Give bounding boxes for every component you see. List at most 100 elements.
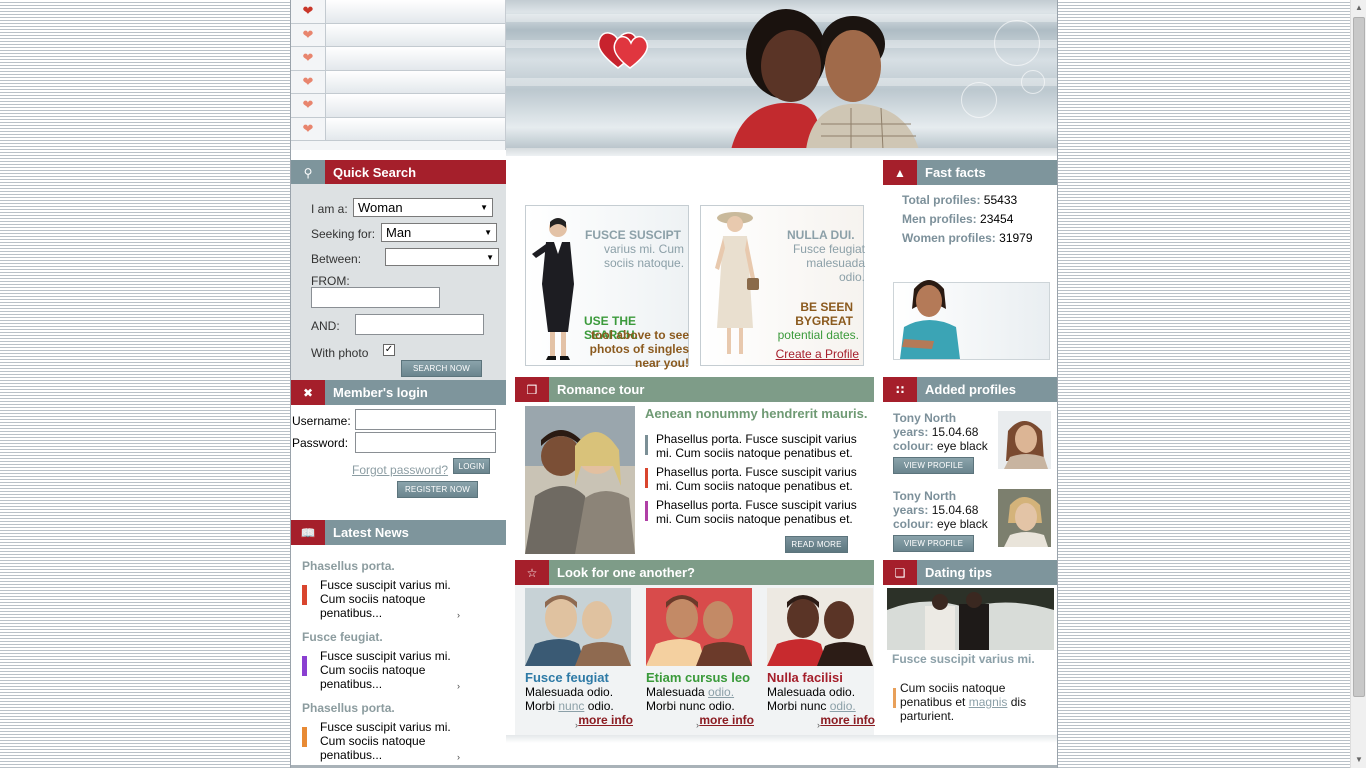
read-more-button[interactable]: READ MORE (785, 536, 848, 553)
nav-item[interactable]: ❤ (291, 117, 505, 141)
username-label: Username: (292, 414, 351, 428)
login-header: ✖ Member's login (291, 380, 506, 405)
news-bar (302, 727, 307, 747)
nav-item[interactable]: ❤ (291, 70, 505, 94)
couple-photo (731, 9, 919, 150)
profile-name[interactable]: Tony North (893, 411, 1003, 425)
news-heading[interactable]: Phasellus porta. (302, 701, 395, 715)
total-label: Total profiles: (902, 193, 981, 207)
years-label: years: (893, 425, 929, 439)
look-card-name[interactable]: Nulla facilisi (767, 670, 875, 685)
text: Morbi nunc (767, 699, 830, 713)
news-heading[interactable]: Phasellus porta. (302, 559, 395, 573)
with-photo-label: With photo (311, 346, 369, 360)
link[interactable]: odio. (830, 699, 856, 713)
news-heading[interactable]: Fusce feugiat. (302, 630, 383, 644)
more-info-link[interactable]: more info (646, 713, 754, 727)
section-title: Fast facts (925, 165, 986, 180)
search-now-button[interactable]: SEARCH NOW (401, 360, 482, 377)
section-title: Dating tips (925, 565, 993, 580)
login-button[interactable]: LOGIN (453, 458, 490, 474)
look-card-line1: Malesuada odio. (646, 685, 754, 699)
more-info-link[interactable]: more info (767, 713, 875, 727)
tips-bar (893, 688, 896, 708)
chevron-right-icon[interactable]: › (457, 752, 460, 762)
view-profile-button[interactable]: VIEW PROFILE (893, 457, 974, 474)
men-label: Men profiles: (902, 212, 977, 226)
look-card-name[interactable]: Etiam cursus leo (646, 670, 754, 685)
look-card[interactable]: Nulla facilisi Malesuada odio. Morbi nun… (767, 588, 875, 730)
nav-item[interactable]: ❤ (291, 47, 505, 71)
colour-label: colour: (893, 517, 934, 531)
username-input[interactable] (355, 409, 496, 430)
note-icon: ❏ (883, 560, 917, 585)
link[interactable]: nunc (558, 699, 584, 713)
promo-right-cta-green: potential dates. (777, 328, 859, 342)
look-card-line1: Malesuada odio. (767, 685, 875, 699)
i-am-value: Woman (358, 200, 403, 215)
dating-tips-header: ❏ Dating tips (883, 560, 1057, 585)
with-photo-checkbox[interactable]: ✓ (383, 344, 395, 356)
chevron-right-icon: › (817, 720, 820, 730)
look-card-photo (646, 588, 752, 666)
years-value: 15.04.68 (931, 503, 979, 517)
fast-facts: Total profiles: 55433 Men profiles: 2345… (902, 193, 1057, 250)
men-value: 23454 (980, 212, 1014, 226)
i-am-select[interactable]: Woman ▼ (353, 198, 493, 217)
look-card-photo (525, 588, 631, 666)
i-am-label: I am a: (311, 202, 348, 216)
and-label: AND: (311, 319, 340, 333)
copy-icon: ❒ (515, 377, 549, 402)
promo-right-cta-brown: BE SEEN BYGREAT (795, 300, 853, 328)
heart-icon: ❤ (302, 120, 314, 136)
page-scrollbar[interactable]: ▲ ▼ (1350, 0, 1366, 768)
seeking-select[interactable]: Man ▼ (381, 223, 497, 242)
more-info-link[interactable]: more info (525, 713, 633, 727)
profile-photo (998, 411, 1051, 469)
and-input[interactable] (355, 314, 484, 335)
from-input[interactable] (311, 287, 440, 308)
profile-name[interactable]: Tony North (893, 489, 1003, 503)
chevron-right-icon[interactable]: › (457, 610, 460, 620)
years-label: years: (893, 503, 929, 517)
between-select[interactable]: ▼ (385, 248, 499, 266)
news-text: Fusce suscipit varius mi. Cum sociis nat… (320, 720, 451, 762)
magnis-link[interactable]: magnis (969, 695, 1008, 709)
scroll-down-icon[interactable]: ▼ (1354, 755, 1364, 765)
nav-item[interactable]: ❤ (291, 23, 505, 47)
look-card-line2: Morbi nunc odio. (767, 699, 875, 713)
password-input[interactable] (355, 432, 496, 453)
women-label: Women profiles: (902, 231, 996, 245)
latest-news-header: 📖 Latest News (291, 520, 506, 545)
page: ❤ ❤ ❤ ❤ ❤ ❤ ⚲ Quick Search I am a: Woman… (290, 0, 1058, 768)
added-profile: Tony North years: 15.04.68 colour: eye b… (893, 489, 1003, 531)
forgot-password-link[interactable]: Forgot password? (352, 463, 448, 477)
featured-profile-box[interactable] (893, 280, 1050, 360)
link[interactable]: odio. (708, 685, 734, 699)
text: Morbi nunc odio. (646, 699, 735, 713)
look-card-line2: Morbi nunc odio. (525, 699, 633, 713)
scroll-up-icon[interactable]: ▲ (1354, 3, 1364, 13)
register-now-button[interactable]: REGISTER NOW (397, 481, 478, 498)
nav-item[interactable]: ❤ (291, 0, 505, 24)
heart-icon: ❤ (302, 97, 314, 113)
scroll-thumb[interactable] (1353, 17, 1365, 697)
look-card-name[interactable]: Fusce feugiat (525, 670, 633, 685)
chevron-right-icon[interactable]: › (457, 681, 460, 691)
text: Malesuada (646, 685, 709, 699)
look-card[interactable]: Fusce feugiat Malesuada odio. Morbi nunc… (525, 588, 633, 730)
nav-item[interactable]: ❤ (291, 94, 505, 118)
text: Morbi (525, 699, 559, 713)
men-profiles: Men profiles: 23454 (902, 212, 1057, 231)
women-profiles: Women profiles: 31979 (902, 231, 1057, 250)
top-nav: ❤ ❤ ❤ ❤ ❤ ❤ (291, 0, 506, 150)
view-profile-button[interactable]: VIEW PROFILE (893, 535, 974, 552)
create-profile-link[interactable]: Create a Profile (763, 347, 859, 361)
header-banner (506, 0, 1057, 150)
from-label: FROM: (311, 274, 350, 288)
look-card[interactable]: Etiam cursus leo Malesuada odio. Morbi n… (646, 588, 754, 730)
text: Malesuada odio. (525, 685, 614, 699)
news-text: Fusce suscipit varius mi. Cum sociis nat… (320, 649, 451, 691)
promo-search-box: FUSCE SUSCIPT varius mi. Cum sociis nato… (525, 205, 689, 370)
book-icon: 📖 (291, 520, 325, 545)
